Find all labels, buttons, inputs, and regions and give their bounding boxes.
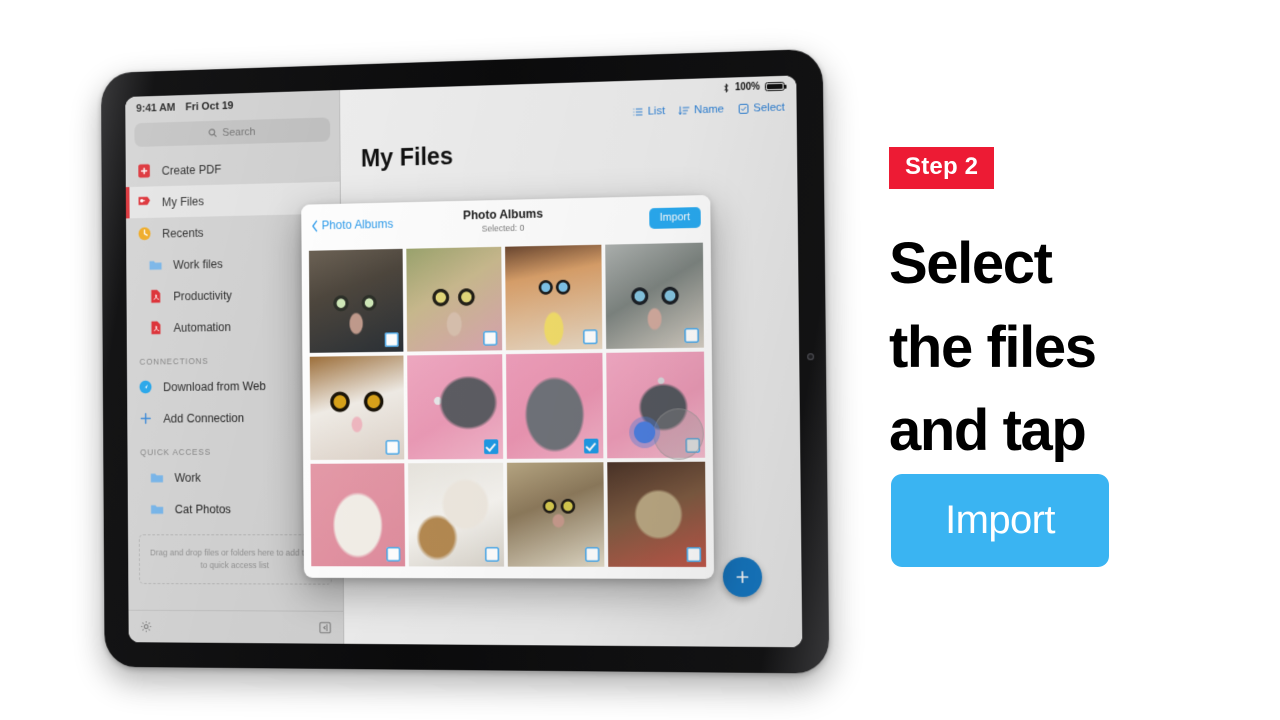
tap-ripple-indicator <box>653 408 705 461</box>
sidebar-item-label: Automation <box>173 319 231 335</box>
list-view-icon <box>632 106 644 118</box>
photo-cell[interactable] <box>310 462 406 567</box>
headline-line-1: Select <box>889 231 1053 296</box>
select-checkbox-icon <box>738 103 750 115</box>
status-date: Fri Oct 19 <box>185 100 234 114</box>
content-toolbar: List Name Select <box>632 102 785 118</box>
photo-checkbox[interactable] <box>582 329 598 345</box>
headline-line-2: the files <box>889 314 1097 380</box>
photo-cell[interactable] <box>506 353 604 459</box>
status-time: 9:41 AM <box>136 102 176 115</box>
photo-cell[interactable] <box>308 248 404 354</box>
import-button-callout[interactable]: Import <box>891 474 1109 567</box>
toolbar-sort-button[interactable]: Name <box>679 103 725 117</box>
folder-icon <box>149 261 162 270</box>
plus-icon <box>138 410 153 426</box>
photo-cell[interactable] <box>607 461 707 567</box>
photo-checkbox[interactable] <box>583 438 599 454</box>
photo-checkbox[interactable] <box>484 438 499 454</box>
tablet-device: 9:41 AM Fri Oct 19 Search Create PDF My … <box>100 48 830 674</box>
sidebar-item-label: My Files <box>161 194 204 209</box>
screenshot-root: 9:41 AM Fri Oct 19 Search Create PDF My … <box>0 0 1280 720</box>
front-camera-icon <box>807 353 815 361</box>
search-placeholder: Search <box>222 125 256 139</box>
photo-cell[interactable] <box>505 244 603 351</box>
bluetooth-icon <box>723 82 730 93</box>
page-title: My Files <box>360 142 454 173</box>
toolbar-select-button[interactable]: Select <box>738 102 785 115</box>
modal-header: Photo Albums Photo Albums Selected: 0 Im… <box>301 194 711 248</box>
dropzone-text: Drag and drop files or folders here to a… <box>149 547 321 570</box>
photo-albums-modal: Photo Albums Photo Albums Selected: 0 Im… <box>301 194 715 579</box>
sidebar-item-label: Download from Web <box>163 378 266 394</box>
app-ui: 9:41 AM Fri Oct 19 Search Create PDF My … <box>125 75 803 648</box>
photo-checkbox[interactable] <box>385 439 400 455</box>
sidebar-footer <box>128 609 344 644</box>
photo-grid <box>302 239 715 579</box>
clock-icon <box>138 225 151 241</box>
sidebar-item-label: Work files <box>173 256 223 272</box>
sidebar-item-label: Cat Photos <box>174 502 231 516</box>
photo-checkbox[interactable] <box>384 332 399 348</box>
pdf-file-icon <box>151 289 163 303</box>
plus-icon <box>734 568 752 586</box>
adobe-files-icon <box>138 196 151 206</box>
sidebar-item-label: Create PDF <box>161 162 222 178</box>
photo-checkbox[interactable] <box>584 547 600 562</box>
photo-cell[interactable] <box>309 355 405 460</box>
instruction-panel: Step 2 Select the files and tap Import <box>889 0 1219 720</box>
search-input[interactable]: Search <box>134 117 331 147</box>
photo-checkbox[interactable] <box>686 547 702 563</box>
folder-icon <box>151 505 164 514</box>
photo-cell[interactable] <box>406 246 503 352</box>
photo-cell[interactable] <box>506 461 605 567</box>
download-web-icon <box>139 380 152 394</box>
create-pdf-icon <box>138 164 150 178</box>
toolbar-label: List <box>647 105 666 118</box>
gear-icon[interactable] <box>139 619 153 633</box>
photo-checkbox[interactable] <box>484 546 500 562</box>
headline: Select the files and tap <box>889 222 1219 473</box>
tap-point-indicator <box>633 421 656 444</box>
search-container: Search <box>125 115 339 156</box>
collapse-sidebar-icon[interactable] <box>318 620 332 635</box>
photo-cell[interactable] <box>407 354 504 460</box>
tablet-screen: 9:41 AM Fri Oct 19 Search Create PDF My … <box>125 75 803 648</box>
sidebar-item-label: Recents <box>162 225 204 240</box>
toolbar-list-button[interactable]: List <box>632 105 665 118</box>
sidebar-item-label: Add Connection <box>163 410 245 425</box>
pdf-file-icon <box>151 321 163 335</box>
photo-cell[interactable] <box>605 242 704 350</box>
photo-cell[interactable] <box>408 462 505 567</box>
sort-name-icon <box>679 104 691 116</box>
photo-checkbox[interactable] <box>684 328 700 344</box>
headline-line-3: and tap <box>889 398 1087 464</box>
toolbar-label: Select <box>753 101 785 115</box>
folder-icon <box>150 473 164 483</box>
photo-checkbox[interactable] <box>483 331 498 347</box>
add-file-fab[interactable] <box>722 557 763 598</box>
battery-percentage: 100% <box>734 81 761 94</box>
search-icon <box>208 127 218 138</box>
sidebar-item-label: Productivity <box>173 288 232 303</box>
status-bar-right: 100% <box>723 81 785 94</box>
sidebar-item-label: Work <box>174 470 201 485</box>
toolbar-label: Name <box>694 103 725 117</box>
photo-checkbox[interactable] <box>386 546 401 562</box>
step-badge: Step 2 <box>889 147 995 189</box>
battery-icon <box>764 81 785 92</box>
modal-import-button[interactable]: Import <box>649 206 701 229</box>
